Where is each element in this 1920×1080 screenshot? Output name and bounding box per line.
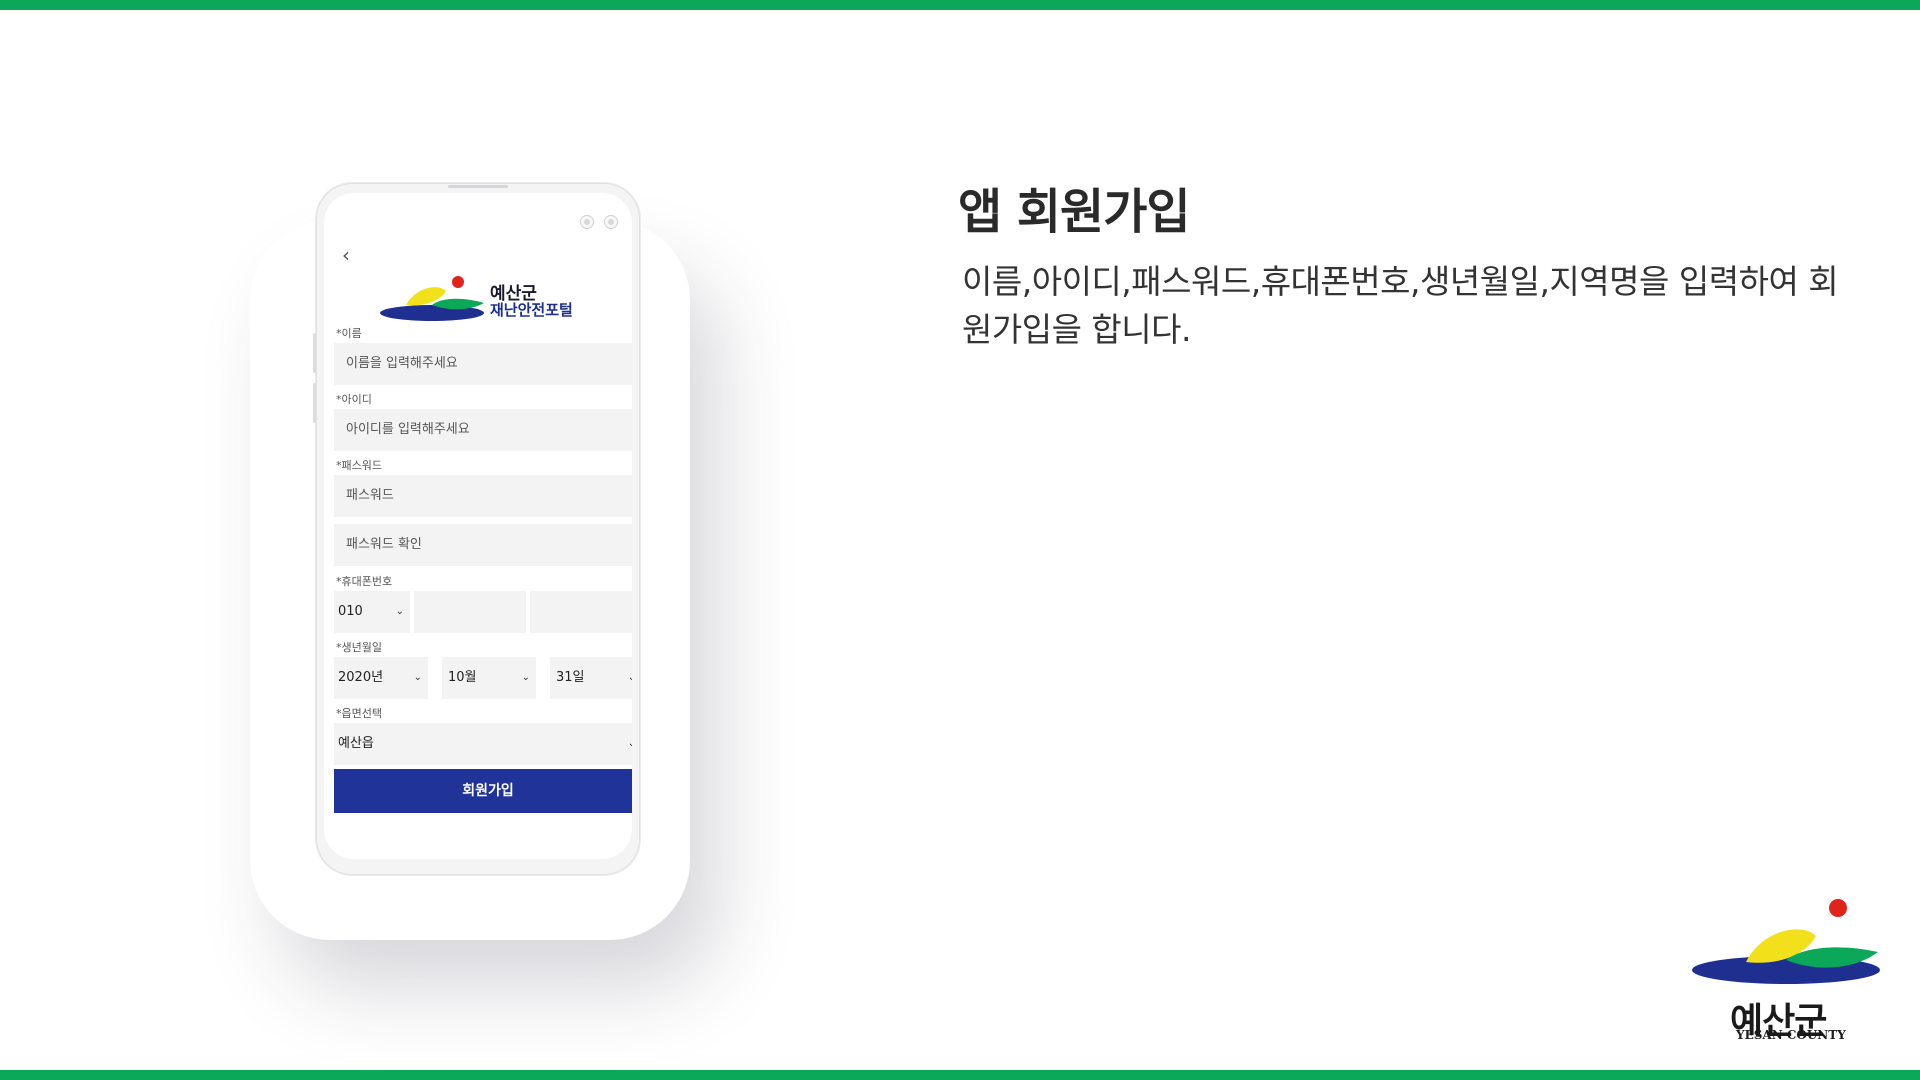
camera-icon: [604, 215, 618, 229]
chevron-down-icon: ⌄: [395, 606, 404, 617]
signup-button[interactable]: 회원가입: [334, 769, 632, 813]
chevron-down-icon: ⌄: [627, 738, 632, 749]
birth-year-select[interactable]: 2020년 ⌄: [334, 657, 428, 699]
name-label: *이름: [336, 327, 362, 340]
phone-prefix-value: 010: [338, 604, 363, 619]
region-select[interactable]: 예산읍 ⌄: [334, 723, 632, 765]
chevron-down-icon: ⌄: [413, 672, 422, 683]
name-input[interactable]: 이름을 입력해주세요: [334, 343, 632, 385]
logo-subtitle: 재난안전포털: [490, 301, 573, 319]
birth-day-select[interactable]: 31일 ⌄: [550, 657, 632, 699]
birth-label: *생년월일: [336, 641, 382, 654]
phone-screen: ‹ 예산군 재난안전포털 *이름 이름을 입력해주세요 *아이디 아이디를 입력…: [324, 193, 632, 859]
region-label: *읍면선택: [336, 707, 382, 720]
password-input[interactable]: 패스워드: [334, 475, 632, 517]
chevron-down-icon: ⌄: [627, 672, 632, 683]
birth-day-value: 31일: [556, 670, 585, 685]
id-input[interactable]: 아이디를 입력해주세요: [334, 409, 632, 451]
phone-mockup: ‹ 예산군 재난안전포털 *이름 이름을 입력해주세요 *아이디 아이디를 입력…: [313, 183, 640, 875]
yesan-logo-icon: [380, 276, 484, 321]
top-accent-bar: [0, 0, 1920, 10]
birth-year-value: 2020년: [338, 670, 384, 685]
bottom-accent-bar: [0, 1070, 1920, 1080]
chevron-down-icon: ⌄: [521, 672, 530, 683]
phone-last-input[interactable]: [530, 591, 632, 633]
phone-side-button: [313, 383, 316, 423]
password-label: *패스워드: [336, 459, 382, 472]
brand-subtitle: YESAN COUNTY: [1736, 1028, 1846, 1042]
chevron-left-icon[interactable]: ‹: [342, 245, 350, 265]
page-title: 앱 회원가입: [958, 184, 1191, 240]
birth-month-value: 10월: [448, 670, 477, 685]
page-description: 이름,아이디,패스워드,휴대폰번호,생년월일,지역명을 입력하여 회원가입을 합…: [962, 262, 1839, 349]
phone-side-button: [313, 333, 316, 373]
phone-number-label: *휴대폰번호: [336, 575, 393, 588]
password-confirm-input[interactable]: 패스워드 확인: [334, 524, 632, 566]
camera-icon: [580, 215, 594, 229]
birth-month-select[interactable]: 10월 ⌄: [442, 657, 536, 699]
id-label: *아이디: [336, 393, 372, 406]
phone-middle-input[interactable]: [414, 591, 526, 633]
region-value: 예산읍: [338, 736, 374, 751]
phone-speaker: [448, 185, 508, 188]
app-logo: 예산군 재난안전포털: [380, 275, 580, 321]
phone-prefix-select[interactable]: 010 ⌄: [334, 591, 410, 633]
